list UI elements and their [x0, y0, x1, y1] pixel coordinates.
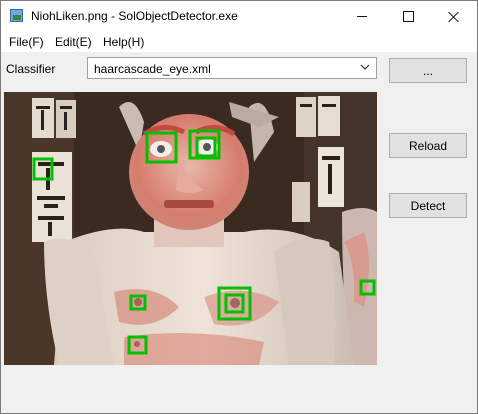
menu-bar: File(F) Edit(E) Help(H) — [1, 32, 477, 52]
menu-file[interactable]: File(F) — [9, 35, 44, 49]
statue-image — [4, 92, 377, 365]
close-button[interactable] — [431, 1, 477, 32]
classifier-select[interactable]: haarcascade_eye.xml — [87, 57, 377, 79]
menu-help[interactable]: Help(H) — [103, 35, 144, 49]
maximize-icon — [402, 11, 414, 22]
app-window: NiohLiken.png - SolObjectDetector.exe Fi… — [0, 0, 478, 414]
chevron-down-icon — [360, 64, 370, 70]
browse-button[interactable]: ... — [389, 58, 467, 83]
menu-edit[interactable]: Edit(E) — [55, 35, 92, 49]
minimize-icon — [357, 16, 367, 17]
detect-button[interactable]: Detect — [389, 193, 467, 218]
window-title: NiohLiken.png - SolObjectDetector.exe — [31, 9, 238, 23]
classifier-selected-value: haarcascade_eye.xml — [94, 62, 211, 76]
maximize-button[interactable] — [385, 1, 431, 32]
minimize-button[interactable] — [339, 1, 385, 32]
close-icon — [448, 11, 460, 23]
title-bar[interactable]: NiohLiken.png - SolObjectDetector.exe — [1, 1, 477, 32]
classifier-label: Classifier — [6, 62, 56, 76]
reload-button[interactable]: Reload — [389, 133, 467, 158]
image-view — [4, 92, 377, 365]
app-icon — [10, 9, 23, 22]
